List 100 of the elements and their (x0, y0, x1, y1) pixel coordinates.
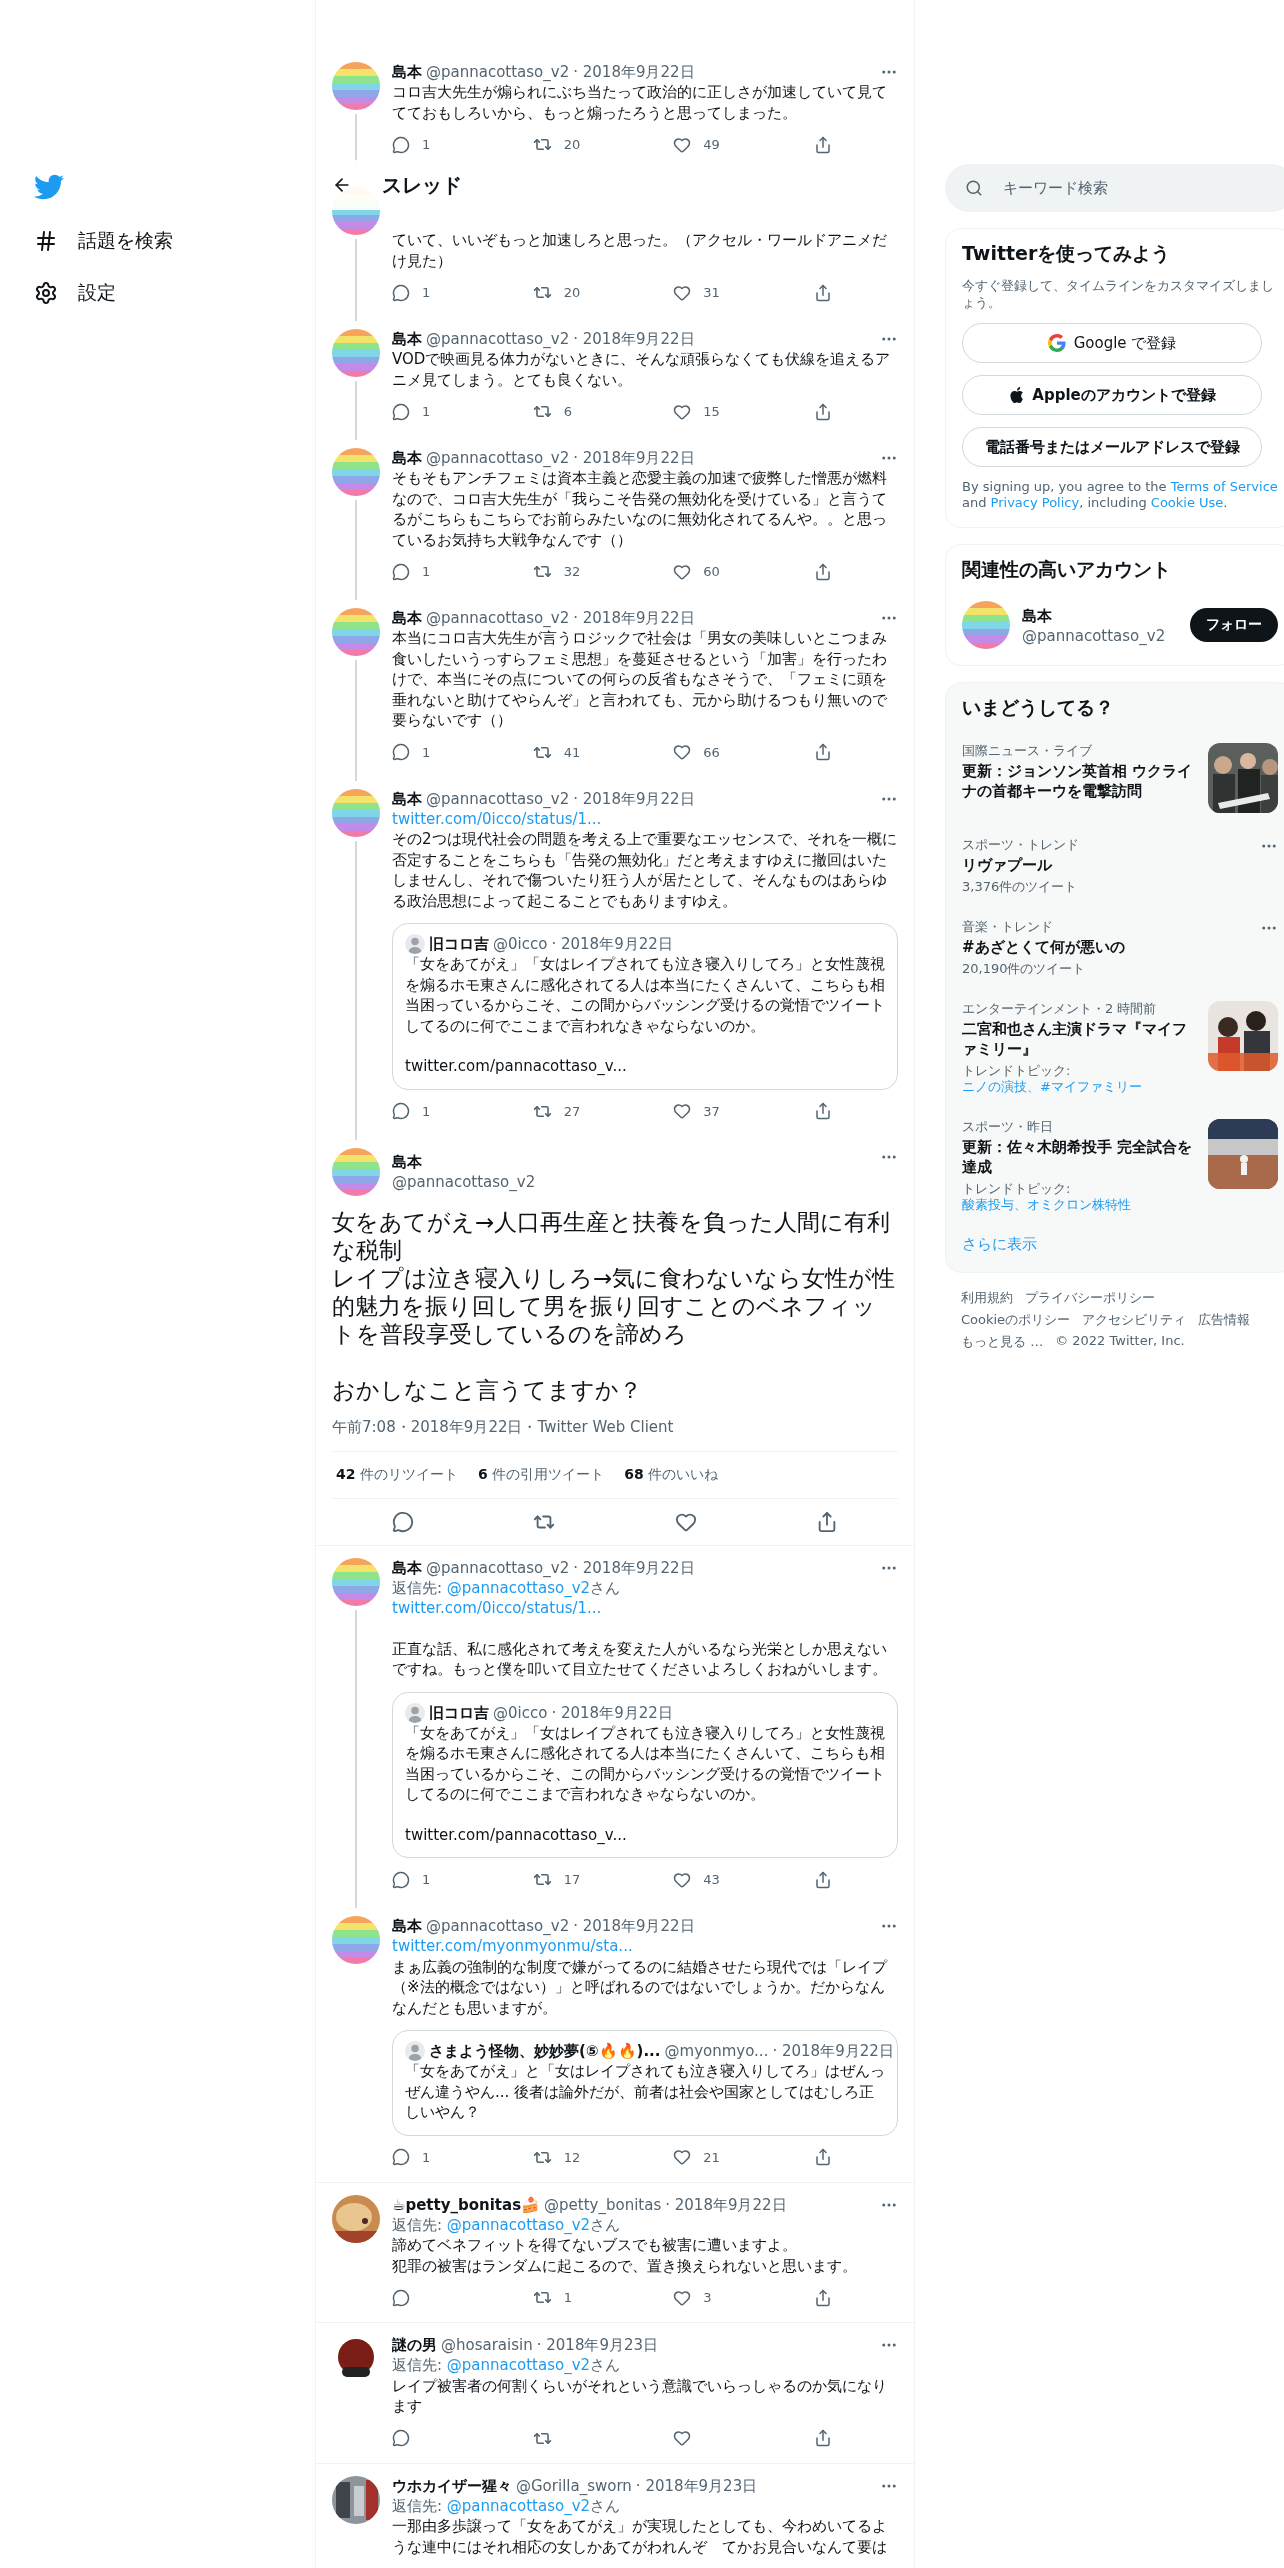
trend-title[interactable]: 更新：ジョンソン英首相 ウクライナの首都キーウを電撃訪問 (962, 761, 1196, 801)
tweet-date[interactable]: · 2018年9月22日 (665, 2194, 787, 2215)
like-button[interactable]: 60 (673, 562, 814, 581)
quote-author-handle: @0icco (493, 934, 548, 954)
trend-category: スポーツ・トレンド (962, 837, 1080, 853)
reply-icon[interactable] (391, 1510, 414, 1533)
tweet-date[interactable]: · 2018年9月22日 (573, 448, 695, 468)
footer-link[interactable]: アクセシビリティ (1082, 1311, 1187, 1329)
like-button[interactable]: 37 (673, 1101, 814, 1121)
retweet-count: 27 (563, 1103, 581, 1119)
reply-button[interactable]: 1 (392, 283, 533, 302)
trend-title[interactable]: リヴァプール (962, 855, 1248, 875)
follow-button[interactable]: フォロー (1190, 608, 1278, 642)
author-handle: @hosaraisin (441, 2335, 533, 2355)
footer-link[interactable]: もっと見る … (961, 1333, 1044, 1351)
author-name[interactable]: 島本 (392, 1153, 422, 1171)
like-button[interactable]: 66 (673, 742, 814, 762)
retweet-button[interactable]: 6 (532, 402, 674, 421)
tweet-date[interactable]: · 2018年9月23日 (635, 2475, 758, 2496)
share-button[interactable] (814, 1101, 832, 1121)
author-handle: @pannacottaso_v2 (426, 1916, 570, 1936)
like-button[interactable]: 31 (673, 283, 814, 302)
stat-link[interactable]: 42 件のリツイート (336, 1465, 458, 1484)
like-button[interactable]: 49 (673, 135, 814, 154)
retweet-button[interactable]: 20 (532, 135, 674, 154)
share-button[interactable] (814, 1870, 832, 1889)
stat-link[interactable]: 6 件の引用ツイート (477, 1465, 605, 1484)
quote-card[interactable]: 旧コロ吉 @0icco · 2018年9月22日 「女をあてがえ」「女はレイプされても泣き寝入りしてろ」と女性蔑視を煽るホモ東さんに感化されてる人は本当にたくさんいて、こちらも相当困っているからこそ、この間からバッシング受けるの覚悟でツイートしてるのに何でここまで言われなきゃならないのか。 twitter.com/pannacottaso_v... (392, 1691, 898, 1858)
footer-link[interactable]: © 2022 Twitter, Inc. (1055, 1333, 1185, 1351)
tweet-date[interactable]: · 2018年9月22日 (573, 608, 695, 628)
author-name[interactable]: 島本 (392, 608, 422, 628)
author-name[interactable]: 島本 (392, 62, 422, 82)
footer-link[interactable]: プライバシーポリシー (1025, 1289, 1155, 1307)
like-button[interactable]: 3 (673, 2288, 814, 2307)
retweet-button[interactable]: 27 (532, 1101, 674, 1121)
trend-title[interactable]: 二宮和也さん主演ドラマ『マイファミリー』 (962, 1019, 1196, 1059)
retweet-button[interactable]: 12 (532, 2147, 674, 2167)
like-button[interactable]: 43 (673, 1870, 814, 1889)
signup-button[interactable]: Appleのアカウントで登録 (962, 375, 1262, 415)
share-button[interactable] (814, 742, 832, 762)
author-name[interactable]: ☕petty_bonitas🍰 (392, 2194, 541, 2215)
tweet-date[interactable]: · 2018年9月22日 (573, 1557, 695, 1578)
author-name[interactable]: 島本 (392, 788, 422, 809)
account-name[interactable]: 島本 (1022, 606, 1052, 625)
avatar[interactable] (332, 2194, 380, 2243)
signup-button[interactable]: 電話番号またはメールアドレスで登録 (962, 427, 1262, 467)
reply-button[interactable]: 1 (392, 135, 533, 154)
avatar[interactable] (332, 2475, 380, 2524)
quote-card[interactable]: さまよう怪物、妙妙夢(⑤🔥🔥)... @myonmyo... · 2018年9月22日 「女をあてがえ」と「女はレイプされても泣き寝入りしてろ」はぜんっぜん違うやん... 後者は論外だが、前者は社会や国家としてはむしろ正しいやん？ (392, 2030, 898, 2136)
author-name[interactable]: 島本 (392, 448, 422, 468)
author-name[interactable]: 島本 (392, 1916, 422, 1936)
share-button[interactable] (814, 283, 832, 302)
retweet-button[interactable]: 32 (532, 562, 674, 581)
like-icon (673, 743, 692, 761)
like-icon (673, 135, 692, 154)
retweet-button[interactable]: 1 (532, 2288, 674, 2307)
tweet-date[interactable]: · 2018年9月23日 (536, 2335, 659, 2355)
card-subtitle: 今すぐ登録して、タイムラインをカスタマイズしましょう。 (962, 277, 1275, 311)
footer-link[interactable]: 広告情報 (1198, 1311, 1251, 1329)
footer-link[interactable]: Cookieのポリシー (961, 1311, 1071, 1329)
nav-item[interactable]: 設定 (34, 280, 285, 306)
share-button[interactable] (814, 135, 832, 154)
reply-icon (392, 402, 410, 421)
tweet-date[interactable]: · 2018年9月22日 (573, 62, 695, 82)
signup-button[interactable]: Google で登録 (962, 323, 1262, 363)
like-button[interactable]: 15 (673, 402, 814, 421)
reply-button[interactable]: 1 (392, 562, 533, 581)
author-name[interactable]: 島本 (392, 1557, 422, 1578)
share-button[interactable] (814, 2428, 832, 2448)
tweet-date[interactable]: · 2018年9月22日 (573, 1916, 695, 1936)
reply-button[interactable]: 1 (392, 1101, 533, 1121)
tweet-date[interactable]: · 2018年9月22日 (573, 788, 695, 809)
share-button[interactable] (814, 562, 832, 581)
author-name[interactable]: ウホカイザー猩々 (392, 2475, 512, 2496)
trend-category: エンターテインメント・2 時間前 (962, 1001, 1158, 1017)
retweet-button[interactable]: 17 (532, 1870, 674, 1889)
share-button[interactable] (814, 402, 832, 421)
stat-link[interactable]: 68 件のいいね (624, 1465, 719, 1484)
author-name[interactable]: 謎の男 (392, 2335, 437, 2355)
tweet-date[interactable]: · 2018年9月22日 (573, 329, 695, 349)
retweet-button[interactable]: 41 (532, 742, 674, 762)
trend-title[interactable]: 更新：佐々木朗希投手 完全試合を達成 (962, 1137, 1196, 1177)
reply-button[interactable]: 1 (392, 1870, 533, 1889)
reply-icon (392, 2429, 410, 2447)
retweet-button[interactable]: 20 (532, 283, 674, 302)
quote-author-handle: @myonmyo... (664, 2041, 769, 2061)
quote-author-name: さまよう怪物、妙妙夢(⑤🔥🔥)... (429, 2041, 661, 2061)
share-button[interactable] (814, 2147, 832, 2167)
nav-item[interactable]: 話題を検索 (34, 228, 285, 254)
reply-button[interactable]: 1 (392, 2147, 533, 2167)
search-field[interactable]: キーワード検索 (945, 164, 1284, 212)
share-button[interactable] (814, 2288, 832, 2307)
author-name[interactable]: 島本 (392, 329, 422, 349)
footer-link[interactable]: 利用規約 (961, 1289, 1013, 1307)
reply-button[interactable]: 1 (392, 742, 533, 762)
quote-card[interactable]: 旧コロ吉 @0icco · 2018年9月22日 「女をあてがえ」「女はレイプされても泣き寝入りしてろ」と女性蔑視を煽るホモ東さんに感化されてる人は本当にたくさんいて、こちらも相当困っているからこそ、この間からバッシング受けるの覚悟でツイートしてるのに何でここまで言われなきゃならないのか。 twitter.com/pannacottaso_v... (392, 923, 898, 1090)
like-button[interactable]: 21 (673, 2147, 814, 2167)
reply-button[interactable]: 1 (392, 402, 533, 421)
trend-title[interactable]: #あざとくて何が悪いの (962, 937, 1248, 957)
bird-icon[interactable] (34, 172, 64, 202)
